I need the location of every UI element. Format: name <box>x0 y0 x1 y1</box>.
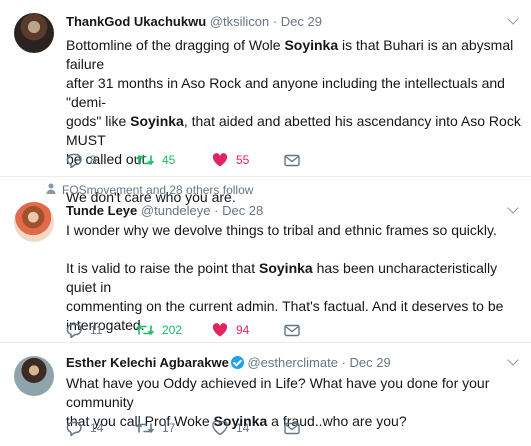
reply-button[interactable]: 14 <box>66 420 103 436</box>
author-name[interactable]: Esther Kelechi Agbarakwe <box>66 355 229 370</box>
retweet-count: 45 <box>162 153 176 167</box>
text-segment: Bottomline of the dragging of Wole <box>66 37 285 53</box>
like-count: 14 <box>236 421 250 435</box>
direct-message-button[interactable] <box>284 420 300 436</box>
like-button[interactable]: 94 <box>212 322 249 338</box>
text-segment: It is valid to raise the point that <box>66 260 259 276</box>
author-name[interactable]: ThankGod Ukachukwu <box>66 14 206 29</box>
author-handle[interactable]: @tksilicon <box>210 14 269 29</box>
avatar[interactable] <box>14 202 54 242</box>
tweet-date[interactable]: Dec 29 <box>281 14 322 29</box>
like-count: 55 <box>236 153 250 167</box>
like-button[interactable]: 55 <box>212 152 249 168</box>
author-handle[interactable]: @tundeleye <box>141 203 211 218</box>
direct-message-icon <box>284 422 300 435</box>
direct-message-icon <box>284 154 300 167</box>
reply-icon <box>66 421 82 436</box>
direct-message-icon <box>284 324 300 337</box>
highlighted-keyword: Soyinka <box>259 260 313 276</box>
highlighted-keyword: Soyinka <box>284 37 339 53</box>
author-handle[interactable]: @estherclimate <box>247 355 338 370</box>
text-line: commenting on the current admin. That's … <box>66 298 504 314</box>
reply-button[interactable]: 11 <box>66 322 102 338</box>
avatar[interactable] <box>14 13 54 53</box>
retweet-icon <box>136 153 154 167</box>
like-icon <box>212 421 228 435</box>
like-icon <box>212 153 228 167</box>
chevron-down-icon[interactable] <box>507 13 519 25</box>
chevron-down-icon[interactable] <box>507 202 519 214</box>
retweet-count: 202 <box>162 323 183 337</box>
like-button[interactable]: 14 <box>212 420 249 436</box>
text-segment: gods" like <box>66 113 131 129</box>
retweet-icon <box>136 421 154 435</box>
retweet-icon <box>136 323 154 337</box>
chevron-down-icon[interactable] <box>507 354 519 366</box>
tweet-text: I wonder why we devolve things to tribal… <box>66 221 521 335</box>
text-line: What have you Oddy achieved in Life? Wha… <box>66 375 490 410</box>
separator-dot: · <box>272 14 278 29</box>
like-icon <box>212 323 228 337</box>
retweet-count: 17 <box>162 421 176 435</box>
reply-icon <box>66 153 82 168</box>
text-line: I wonder why we devolve things to tribal… <box>66 222 497 238</box>
retweet-button[interactable]: 202 <box>136 322 182 338</box>
tweet[interactable]: FOSmovement and 28 others follow Tunde L… <box>0 177 531 343</box>
social-context[interactable]: FOSmovement and 28 others follow <box>46 183 253 197</box>
separator-dot: · <box>214 203 219 218</box>
retweet-button[interactable]: 17 <box>136 420 175 436</box>
social-context-text: FOSmovement and 28 others follow <box>62 183 254 197</box>
direct-message-button[interactable] <box>284 152 300 168</box>
reply-count: 14 <box>90 421 104 435</box>
reply-count: 8 <box>90 153 97 167</box>
reply-icon <box>66 323 82 338</box>
tweet[interactable]: ThankGod Ukachukwu @tksilicon · Dec 29 B… <box>0 0 531 205</box>
verified-icon <box>230 356 244 369</box>
avatar[interactable] <box>14 356 54 396</box>
reply-button[interactable]: 8 <box>66 152 97 168</box>
tweet[interactable]: Esther Kelechi Agbarakwe @estherclimate … <box>0 343 531 446</box>
tweet-date[interactable]: Dec 28 <box>222 203 263 218</box>
tweet-header: Tunde Leye @tundeleye · Dec 28 <box>66 203 263 218</box>
reply-count: 11 <box>90 323 103 337</box>
like-count: 94 <box>236 323 250 337</box>
tweet-date[interactable]: Dec 29 <box>350 355 391 370</box>
person-icon <box>46 183 56 197</box>
text-line: after 31 months in Aso Rock and anyone i… <box>66 75 505 110</box>
highlighted-keyword: Soyinka <box>130 113 184 129</box>
separator-dot: · <box>341 355 346 370</box>
retweet-button[interactable]: 45 <box>136 152 175 168</box>
author-name[interactable]: Tunde Leye <box>66 203 137 218</box>
tweet-header: ThankGod Ukachukwu @tksilicon · Dec 29 <box>66 14 322 29</box>
direct-message-button[interactable] <box>284 322 300 338</box>
tweet-header: Esther Kelechi Agbarakwe @estherclimate … <box>66 355 391 370</box>
